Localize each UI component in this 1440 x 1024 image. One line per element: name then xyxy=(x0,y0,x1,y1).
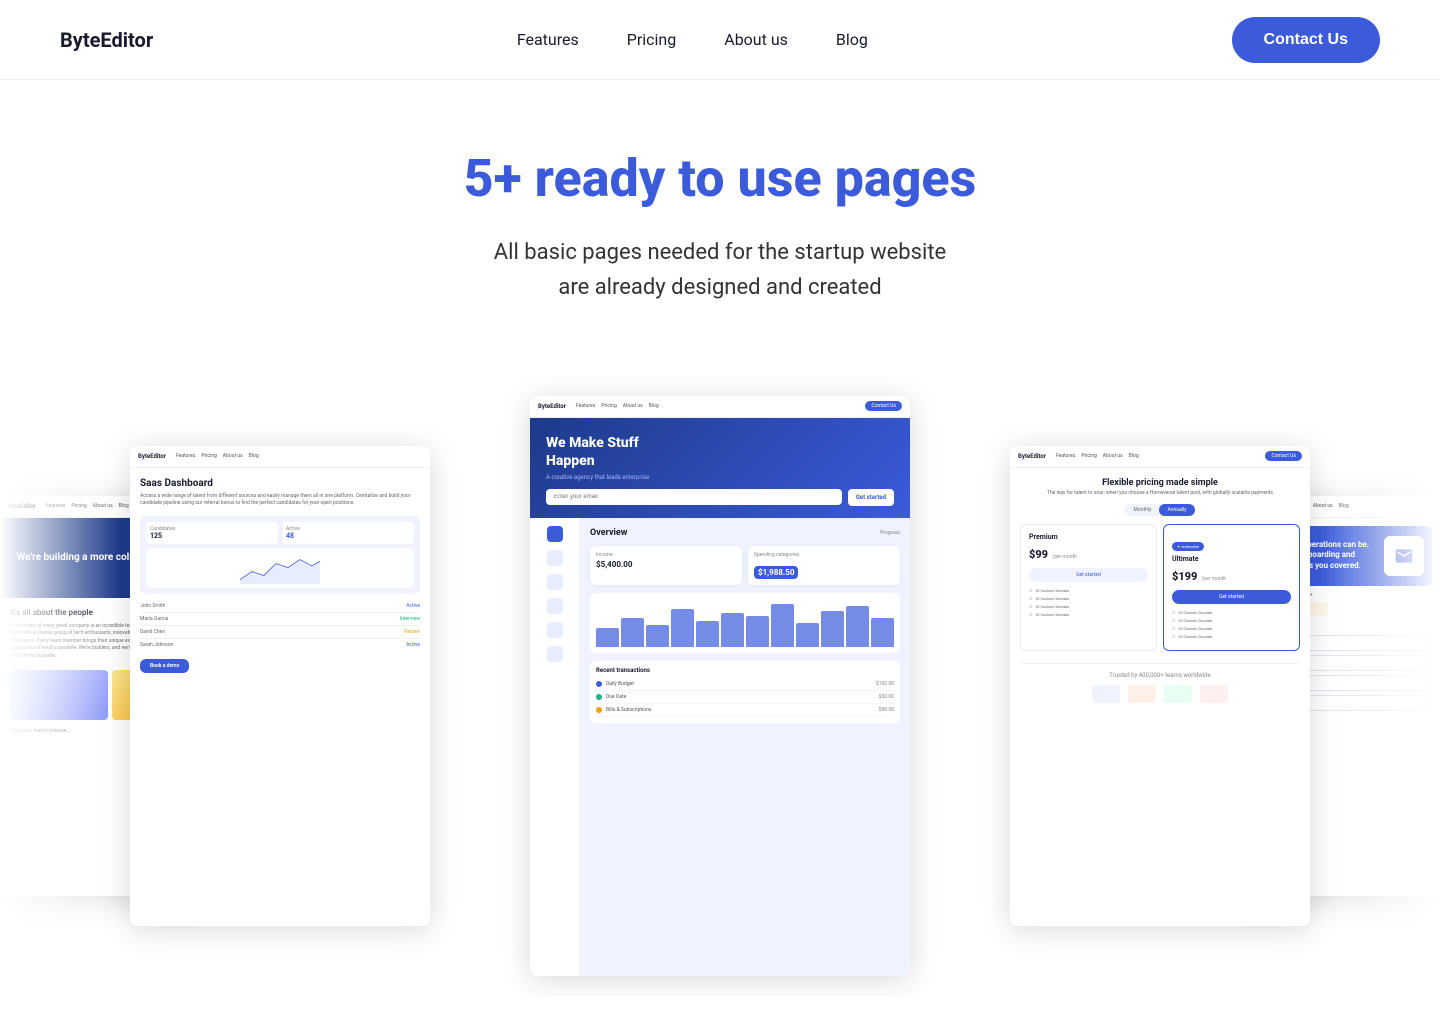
dash-sidebar xyxy=(530,518,580,976)
dashboard-title: Overview xyxy=(590,528,627,538)
card-about-nav-logo: ByteEditor xyxy=(8,503,36,510)
pages-showcase: ByteEditor Features Pricing About us Blo… xyxy=(0,376,1440,996)
pricing-title: Flexible pricing made simple xyxy=(1020,478,1300,488)
card-saas-nav: ByteEditor Features Pricing About us Blo… xyxy=(130,446,430,468)
card-pricing-nav: ByteEditor Features Pricing About us Blo… xyxy=(1010,446,1310,468)
nav-link-about[interactable]: About us xyxy=(724,30,788,49)
saas-cta[interactable]: Book a demo xyxy=(140,659,189,673)
card-dashboard: ByteEditor Features Pricing About us Blo… xyxy=(530,396,910,976)
ultimate-cta[interactable]: Get started xyxy=(1172,590,1291,604)
dashboard-chart xyxy=(590,593,900,653)
plan-premium: Premium $99 /per month Get started 10 Cu… xyxy=(1020,524,1157,651)
card-dashboard-nav-logo: ByteEditor xyxy=(538,403,566,410)
about-image-1 xyxy=(10,670,108,720)
plan-ultimate: ✦ enterprise Ultimate $199 /per month Ge… xyxy=(1163,524,1300,651)
saas-title: Saas Dashboard xyxy=(140,478,420,489)
hero-section: 5+ ready to use pages All basic pages ne… xyxy=(0,80,1440,346)
premium-cta[interactable]: Get started xyxy=(1029,568,1148,582)
card-pricing: ByteEditor Features Pricing About us Blo… xyxy=(1010,446,1310,926)
pricing-subtitle: The way for talent to soar: when you cho… xyxy=(1020,490,1300,496)
hero-email-input[interactable] xyxy=(546,489,842,505)
nav-links: Features Pricing About us Blog xyxy=(517,30,868,49)
main-nav: ByteEditor Features Pricing About us Blo… xyxy=(0,0,1440,80)
nav-logo: ByteEditor xyxy=(60,28,153,52)
card-dashboard-nav: ByteEditor Features Pricing About us Blo… xyxy=(530,396,910,418)
card-pricing-nav-logo: ByteEditor xyxy=(1018,453,1046,460)
dashboard-list: Recent transactions Daily Budget $100.00… xyxy=(590,661,900,723)
nav-link-pricing[interactable]: Pricing xyxy=(627,30,677,49)
nav-link-features[interactable]: Features xyxy=(517,30,579,49)
nav-contact-button[interactable]: Contact Us xyxy=(1232,17,1380,63)
hero-subtitle: All basic pages needed for the startup w… xyxy=(420,235,1020,305)
card-saas-nav-logo: ByteEditor xyxy=(138,453,166,460)
saas-description: Access a wide range of talent from diffe… xyxy=(140,493,420,508)
card-saas: ByteEditor Features Pricing About us Blo… xyxy=(130,446,430,926)
nav-link-blog[interactable]: Blog xyxy=(836,30,868,49)
hero-title: 5+ ready to use pages xyxy=(60,150,1380,207)
income-widget: Income $5,400.00 xyxy=(590,546,742,585)
